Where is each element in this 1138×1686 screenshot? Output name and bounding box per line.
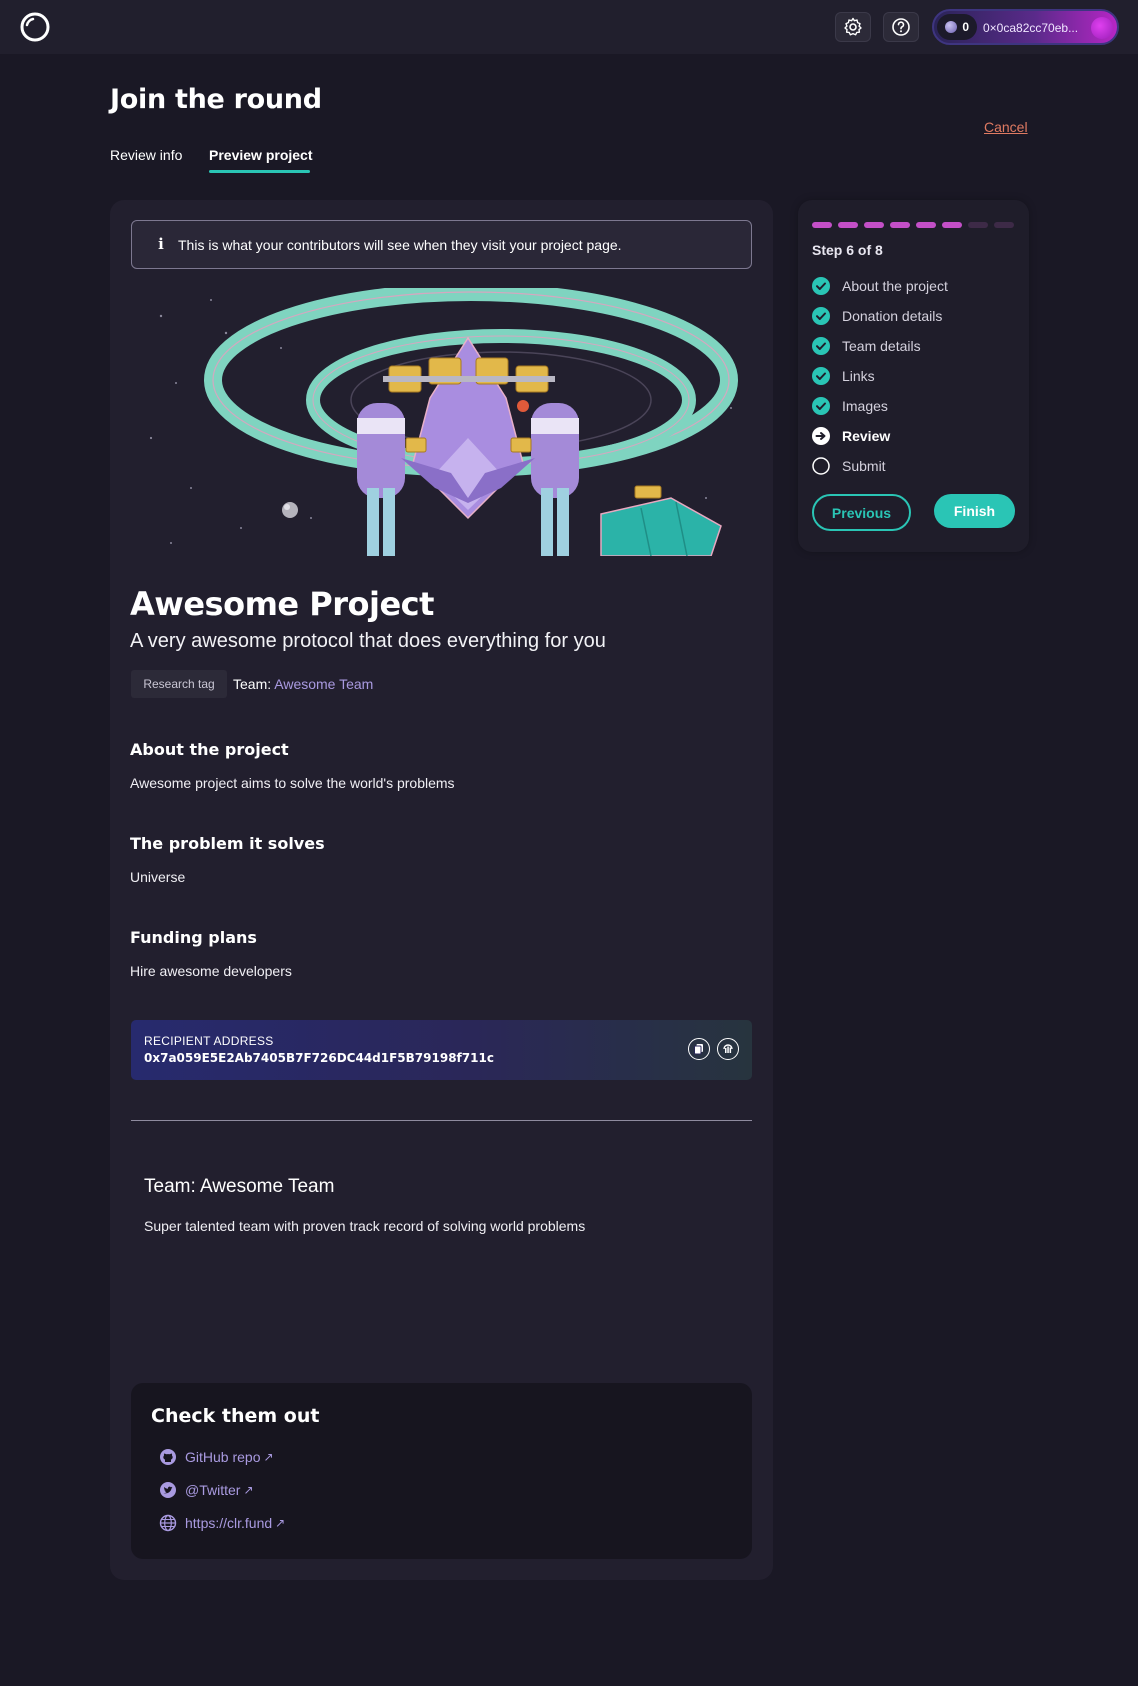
external-link-icon: ↗ xyxy=(243,1483,254,1497)
step-item[interactable]: Images xyxy=(812,396,888,416)
wallet-button[interactable]: 0 0×0ca82cc70eb... xyxy=(932,9,1119,45)
gear-icon xyxy=(844,17,862,36)
external-link-icon: ↗ xyxy=(275,1516,286,1530)
step-label: Team details xyxy=(842,338,921,354)
page-title: Join the round xyxy=(110,84,322,115)
section-divider xyxy=(131,1120,752,1121)
tab-preview-project[interactable]: Preview project xyxy=(209,147,313,163)
links-heading: Check them out xyxy=(151,1405,320,1427)
recipient-label: RECIPIENT ADDRESS xyxy=(144,1034,274,1048)
about-heading: About the project xyxy=(130,740,289,759)
info-icon: i xyxy=(158,235,164,253)
check-circle-icon xyxy=(812,337,830,355)
website-link-label: https://clr.fund xyxy=(185,1515,273,1531)
team-heading: Team: Awesome Team xyxy=(144,1176,335,1197)
clr-fund-logo-icon[interactable] xyxy=(19,11,51,43)
project-name: Awesome Project xyxy=(130,585,434,623)
step-label: Review xyxy=(842,428,891,444)
website-link[interactable]: https://clr.fund ↗ xyxy=(159,1513,285,1533)
wallet-avatar xyxy=(1091,17,1113,39)
problem-heading: The problem it solves xyxy=(130,834,325,853)
funding-heading: Funding plans xyxy=(130,928,257,947)
settings-button[interactable] xyxy=(835,12,871,42)
wallet-balance-value: 0 xyxy=(962,20,969,34)
team-link[interactable]: Awesome Team xyxy=(274,676,373,692)
step-item[interactable]: Submit xyxy=(812,456,886,476)
cancel-link[interactable]: Cancel xyxy=(984,119,1028,135)
preview-notice: i This is what your contributors will se… xyxy=(131,220,752,269)
progress-segment xyxy=(968,222,988,228)
token-icon xyxy=(945,21,957,33)
step-label: Links xyxy=(842,368,875,384)
problem-text: Universe xyxy=(130,869,186,885)
about-text: Awesome project aims to solve the world'… xyxy=(130,775,455,791)
check-circle-icon xyxy=(812,397,830,415)
progress-segment xyxy=(942,222,962,228)
project-team: Team: Awesome Team xyxy=(233,676,373,692)
preview-notice-text: This is what your contributors will see … xyxy=(178,237,622,253)
step-item[interactable]: About the project xyxy=(812,276,948,296)
finish-button[interactable]: Finish xyxy=(934,494,1015,528)
github-link[interactable]: GitHub repo ↗ xyxy=(159,1447,274,1467)
funding-text: Hire awesome developers xyxy=(130,963,292,979)
progress-segment xyxy=(812,222,832,228)
arrow-circle-icon xyxy=(812,427,830,445)
github-icon xyxy=(160,1449,176,1465)
active-tab-indicator xyxy=(209,170,310,173)
step-item[interactable]: Links xyxy=(812,366,875,386)
progress-segment xyxy=(890,222,910,228)
top-bar: 0 0×0ca82cc70eb... xyxy=(0,0,1138,54)
spaceship-illustration xyxy=(131,288,752,556)
progress-segment xyxy=(994,222,1014,228)
github-link-label: GitHub repo xyxy=(185,1449,261,1465)
empty-circle-icon xyxy=(812,457,830,475)
question-mark-icon xyxy=(892,18,910,36)
twitter-link-label: @Twitter xyxy=(185,1482,241,1498)
previous-button[interactable]: Previous xyxy=(812,494,911,531)
step-label: Donation details xyxy=(842,308,943,324)
step-counter: Step 6 of 8 xyxy=(812,242,883,258)
wallet-balance: 0 xyxy=(937,14,977,40)
check-circle-icon xyxy=(812,307,830,325)
twitter-link[interactable]: @Twitter ↗ xyxy=(159,1480,254,1500)
tab-review-info[interactable]: Review info xyxy=(110,147,182,163)
project-tagline: A very awesome protocol that does everyt… xyxy=(130,630,606,652)
progress-segment xyxy=(916,222,936,228)
step-item[interactable]: Donation details xyxy=(812,306,942,326)
twitter-icon xyxy=(160,1482,176,1498)
copy-icon xyxy=(694,1044,703,1055)
view-on-explorer-button[interactable] xyxy=(717,1038,739,1060)
wallet-address: 0×0ca82cc70eb... xyxy=(983,21,1079,35)
help-button[interactable] xyxy=(883,12,919,42)
category-tag: Research tag xyxy=(131,670,227,698)
check-circle-icon xyxy=(812,367,830,385)
progress-segment xyxy=(864,222,884,228)
step-label: Images xyxy=(842,398,888,414)
step-item[interactable]: Review xyxy=(812,426,890,446)
external-link-icon: ↗ xyxy=(263,1450,274,1464)
progress-segment xyxy=(838,222,858,228)
globe-icon xyxy=(159,1514,177,1532)
copy-address-button[interactable] xyxy=(688,1038,710,1060)
step-label: Submit xyxy=(842,458,886,474)
links-card: Check them out GitHub repo ↗ @Twitter ↗ … xyxy=(131,1383,752,1559)
recipient-address: 0x7a059E5E2Ab7405B7F726DC44d1F5B79198f71… xyxy=(144,1051,494,1065)
team-label: Team: xyxy=(233,676,272,692)
check-circle-icon xyxy=(812,277,830,295)
step-item[interactable]: Team details xyxy=(812,336,921,356)
step-label: About the project xyxy=(842,278,948,294)
recipient-address-box: RECIPIENT ADDRESS 0x7a059E5E2Ab7405B7F72… xyxy=(131,1020,752,1080)
etherscan-icon xyxy=(723,1044,733,1053)
team-description: Super talented team with proven track re… xyxy=(144,1218,586,1234)
project-banner-image xyxy=(131,288,752,556)
